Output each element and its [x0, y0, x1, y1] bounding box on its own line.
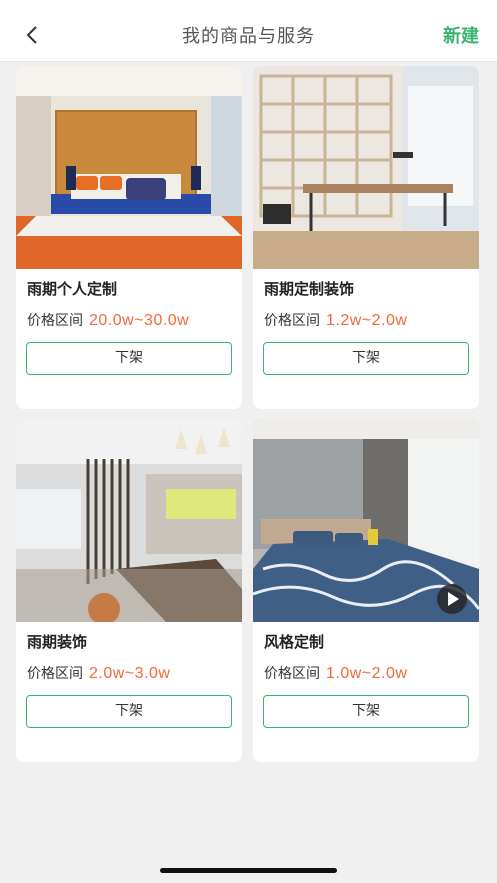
play-icon[interactable]: [437, 584, 467, 614]
price-row: 价格区间 1.2w~2.0w: [264, 310, 407, 330]
price-row: 价格区间 2.0w~3.0w: [27, 663, 170, 683]
delist-button[interactable]: 下架: [26, 342, 232, 375]
product-image: [16, 66, 242, 269]
product-card[interactable]: 雨期装饰 价格区间 2.0w~3.0w 下架: [16, 419, 242, 762]
product-card[interactable]: 雨期个人定制 价格区间 20.0w~30.0w 下架: [16, 66, 242, 409]
delist-button[interactable]: 下架: [263, 342, 469, 375]
price-row: 价格区间 20.0w~30.0w: [27, 310, 189, 330]
product-name: 雨期个人定制: [27, 280, 118, 298]
product-name: 风格定制: [264, 633, 325, 651]
product-image: [253, 66, 479, 269]
nav-bar: 我的商品与服务 新建: [0, 0, 497, 62]
price-label: 价格区间: [264, 666, 320, 682]
product-card[interactable]: 风格定制 价格区间 1.0w~2.0w 下架: [253, 419, 479, 762]
price-row: 价格区间 1.0w~2.0w: [264, 663, 407, 683]
delist-button[interactable]: 下架: [26, 695, 232, 728]
price-label: 价格区间: [27, 666, 83, 682]
page-title: 我的商品与服务: [182, 26, 315, 47]
home-indicator[interactable]: [160, 868, 337, 873]
price-value: 20.0w~30.0w: [89, 312, 190, 329]
price-label: 价格区间: [27, 313, 83, 329]
product-image: [16, 419, 242, 622]
product-name: 雨期装饰: [27, 633, 88, 651]
new-button[interactable]: 新建: [443, 22, 479, 48]
product-name: 雨期定制装饰: [264, 280, 355, 298]
product-card[interactable]: 雨期定制装饰 价格区间 1.2w~2.0w 下架: [253, 66, 479, 409]
price-value: 1.2w~2.0w: [326, 312, 408, 329]
delist-button[interactable]: 下架: [263, 695, 469, 728]
price-value: 1.0w~2.0w: [326, 665, 408, 682]
price-label: 价格区间: [264, 313, 320, 329]
price-value: 2.0w~3.0w: [89, 665, 171, 682]
